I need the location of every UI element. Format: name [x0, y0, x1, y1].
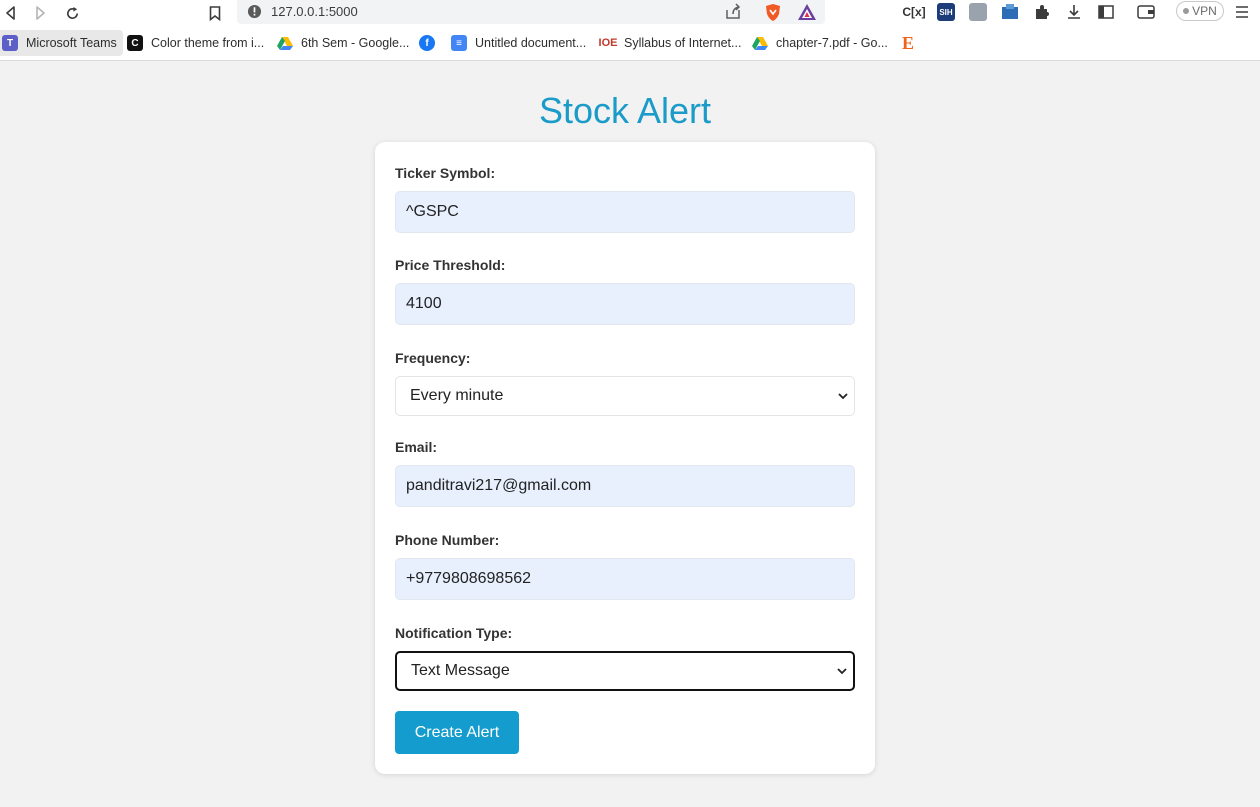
forward-icon[interactable]	[29, 2, 51, 24]
notification-type-value: Text Message	[411, 662, 510, 679]
bookmark-label: Syllabus of Internet...	[624, 36, 742, 50]
bookmark-etsy[interactable]: E	[894, 30, 922, 56]
bookmark-label: Untitled document...	[475, 36, 587, 50]
teams-icon: T	[2, 35, 18, 51]
wallet-icon[interactable]	[1135, 2, 1157, 22]
alert-form: Ticker Symbol: Price Threshold: Frequenc…	[375, 142, 875, 774]
ext-box-icon[interactable]	[999, 2, 1021, 22]
create-alert-button[interactable]: Create Alert	[395, 711, 519, 754]
bookmark-chapter-7[interactable]: chapter-7.pdf - Go...	[746, 30, 894, 56]
notification-type-select[interactable]: Text Message	[395, 651, 855, 691]
email-input[interactable]	[395, 465, 855, 507]
ticker-input[interactable]	[395, 191, 855, 233]
facebook-icon: f	[419, 35, 435, 51]
threshold-input[interactable]	[395, 283, 855, 325]
bookmark-color-theme[interactable]: C Color theme from i...	[121, 30, 270, 56]
url-text[interactable]: 127.0.0.1:5000	[271, 4, 358, 19]
bookmark-label: Color theme from i...	[151, 36, 265, 50]
frequency-value: Every minute	[410, 387, 504, 404]
google-drive-icon	[277, 35, 293, 51]
vpn-status-dot	[1183, 8, 1190, 14]
phone-input[interactable]	[395, 558, 855, 600]
vpn-button[interactable]: VPN	[1176, 1, 1224, 21]
sidebar-icon[interactable]	[1095, 2, 1117, 22]
share-icon[interactable]	[724, 3, 742, 25]
phone-label: Phone Number:	[395, 532, 500, 548]
ticker-label: Ticker Symbol:	[395, 165, 496, 181]
threshold-label: Price Threshold:	[395, 257, 506, 273]
chevron-down-icon	[837, 662, 847, 680]
info-icon[interactable]	[247, 4, 262, 24]
ext-cx-icon[interactable]: C[x]	[902, 2, 925, 22]
back-icon[interactable]	[0, 2, 22, 24]
notification-type-label: Notification Type:	[395, 625, 513, 641]
browser-toolbar: 127.0.0.1:5000 C[x] SIH VPN	[0, 0, 1260, 26]
vpn-label: VPN	[1192, 4, 1217, 18]
bookmark-6th-sem[interactable]: 6th Sem - Google...	[271, 30, 415, 56]
bookmark-label: 6th Sem - Google...	[301, 36, 410, 50]
frequency-label: Frequency:	[395, 350, 471, 366]
brave-rewards-icon[interactable]	[796, 2, 818, 22]
frequency-select[interactable]: Every minute	[395, 376, 855, 416]
google-drive-icon	[752, 35, 768, 51]
reload-icon[interactable]	[61, 2, 83, 24]
google-docs-icon: ≡	[451, 35, 467, 51]
bookmarks-bar: T Microsoft Teams C Color theme from i..…	[0, 26, 1260, 61]
bookmark-label: Microsoft Teams	[26, 36, 117, 50]
extensions-icon[interactable]	[1031, 2, 1053, 22]
etsy-icon: E	[901, 32, 914, 53]
bookmark-label: chapter-7.pdf - Go...	[776, 36, 888, 50]
bookmark-facebook[interactable]: f	[413, 30, 441, 56]
ioe-icon: IOE	[598, 37, 618, 49]
email-label: Email:	[395, 439, 438, 455]
ext-profile-icon[interactable]	[967, 2, 989, 22]
bookmark-syllabus[interactable]: IOE Syllabus of Internet...	[594, 30, 747, 56]
bookmark-microsoft-teams[interactable]: T Microsoft Teams	[0, 30, 123, 56]
address-bar[interactable]: 127.0.0.1:5000	[237, 0, 825, 24]
page-title: Stock Alert	[538, 90, 712, 131]
chevron-down-icon	[838, 387, 848, 405]
color-theme-icon: C	[127, 35, 143, 51]
ext-sih-icon[interactable]: SIH	[935, 2, 957, 22]
bookmark-icon[interactable]	[204, 2, 226, 24]
brave-shield-icon[interactable]	[762, 2, 784, 22]
bookmark-untitled-document[interactable]: ≡ Untitled document...	[445, 30, 592, 56]
download-icon[interactable]	[1063, 2, 1085, 22]
menu-icon[interactable]	[1231, 2, 1253, 22]
